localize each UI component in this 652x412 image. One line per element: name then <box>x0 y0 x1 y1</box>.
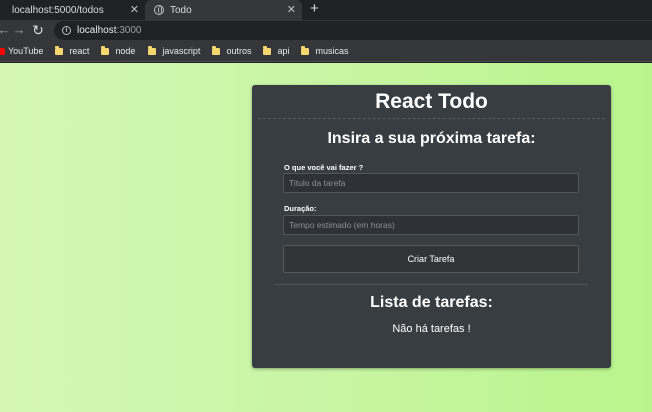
section-divider <box>275 284 588 285</box>
tab-label: localhost:5000/todos <box>12 4 104 16</box>
close-tab-icon[interactable]: ✕ <box>130 3 139 17</box>
bookmark-api[interactable]: api <box>263 45 290 56</box>
bookmark-label: node <box>115 46 136 56</box>
url-port: :3000 <box>116 25 142 36</box>
folder-icon <box>101 45 110 55</box>
folder-icon <box>148 45 157 55</box>
tab-localhost-todos[interactable]: localhost:5000/todos ✕ <box>0 0 145 20</box>
folder-icon <box>263 45 272 55</box>
address-bar[interactable]: i localhost:3000 <box>54 21 652 40</box>
folder-icon <box>301 45 310 55</box>
globe-icon <box>154 5 164 15</box>
todo-card: React Todo Insira a sua próxima tarefa: … <box>252 85 611 368</box>
tab-strip: localhost:5000/todos ✕ Todo ✕ + <box>0 0 652 20</box>
folder-icon <box>55 45 64 55</box>
empty-list-message: Não há tarefas ! <box>392 323 471 335</box>
new-tab-button[interactable]: + <box>310 1 319 17</box>
forward-arrow-icon[interactable]: → <box>11 22 27 38</box>
bookmark-youtube[interactable]: YouTube <box>0 46 43 56</box>
bookmark-label: outros <box>226 46 252 56</box>
bookmark-react[interactable]: react <box>55 45 90 56</box>
page-viewport: React Todo Insira a sua próxima tarefa: … <box>0 63 652 412</box>
bookmark-label: javascript <box>162 46 201 56</box>
folder-icon <box>212 45 221 55</box>
tab-label: Todo <box>170 4 192 16</box>
close-tab-icon[interactable]: ✕ <box>287 3 296 17</box>
youtube-icon <box>0 47 5 55</box>
bookmark-node[interactable]: node <box>101 45 136 56</box>
list-heading: Lista de tarefas: <box>370 294 493 311</box>
bookmark-javascript[interactable]: javascript <box>148 45 201 56</box>
form-heading: Insira a sua próxima tarefa: <box>327 130 536 147</box>
task-title-input[interactable] <box>283 173 579 193</box>
bookmark-label: api <box>277 46 290 56</box>
duration-label: Duração: <box>284 204 317 213</box>
create-task-button[interactable]: Criar Tarefa <box>283 245 579 273</box>
title-divider <box>258 118 605 119</box>
site-info-icon[interactable]: i <box>62 26 71 35</box>
bookmark-musicas[interactable]: musicas <box>301 45 349 56</box>
tab-todo[interactable]: Todo ✕ <box>145 0 302 20</box>
task-label: O que você vai fazer ? <box>284 163 364 172</box>
url-host: localhost <box>77 25 117 36</box>
browser-toolbar: ← → ↻ i localhost:3000 <box>0 20 652 41</box>
duration-input[interactable] <box>283 215 579 235</box>
bookmark-label: musicas <box>315 46 349 56</box>
bookmark-label: YouTube <box>8 46 44 56</box>
reload-icon[interactable]: ↻ <box>30 22 46 38</box>
bookmarks-bar: YouTube react node javascript outros api… <box>0 41 652 62</box>
bookmark-outros[interactable]: outros <box>212 45 252 56</box>
app-title: React Todo <box>375 90 488 113</box>
bookmark-label: react <box>69 46 90 56</box>
